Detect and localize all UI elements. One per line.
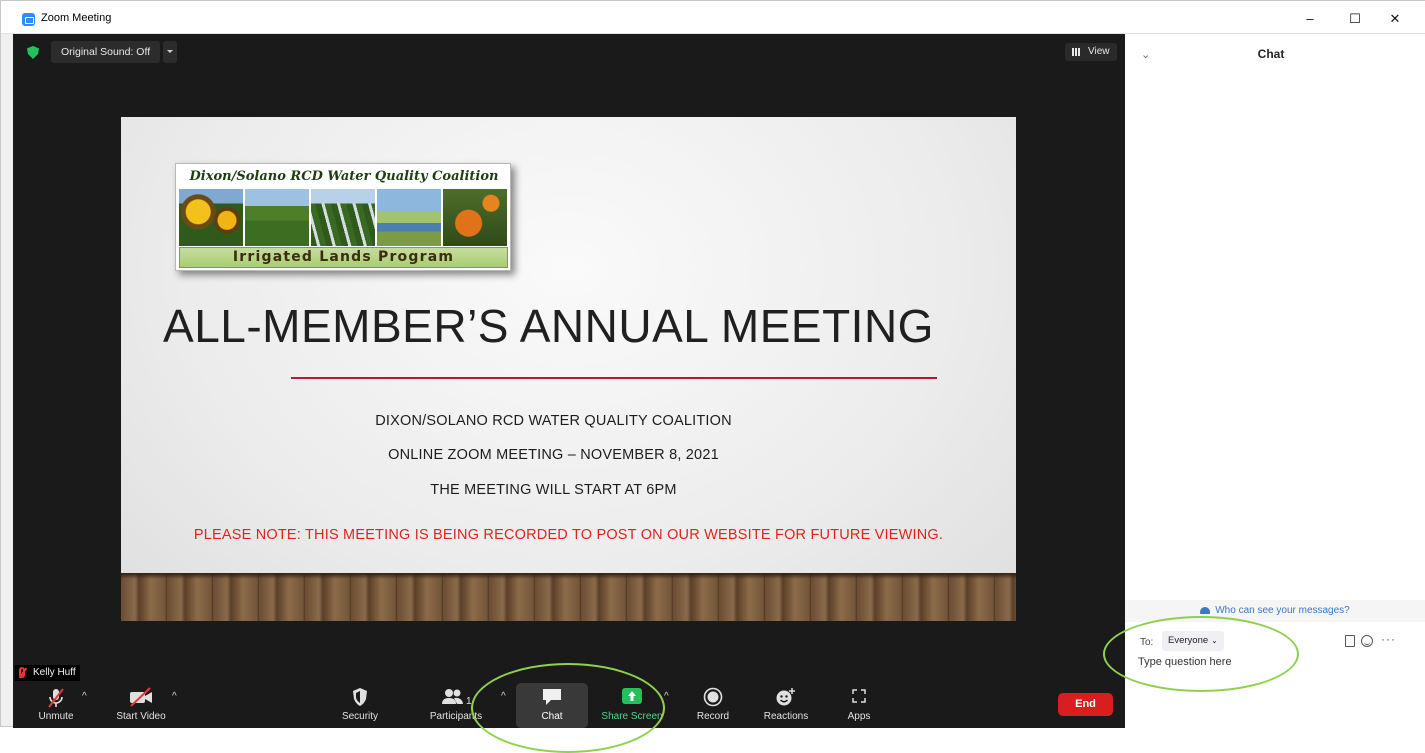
share-screen-button[interactable]: Share Screen [597,685,667,725]
participants-icon: 1 [442,689,472,707]
field-photo [245,189,309,246]
who-can-see-label: Who can see your messages? [1215,605,1350,616]
recipient-dropdown[interactable]: Everyone ⌄ [1162,631,1224,651]
participant-name-tag: Kelly Huff [15,665,80,681]
security-label: Security [341,711,379,722]
shared-slide: Dixon/Solano RCD Water Quality Coalition… [121,117,1016,621]
slide-line-start: THE MEETING WILL START AT 6PM [430,482,677,498]
share-screen-label: Share Screen [601,711,663,722]
participant-name: Kelly Huff [33,667,76,678]
slide-divider [291,377,937,379]
sunflower-photo [179,189,243,246]
who-can-see-link[interactable]: Who can see your messages? [1125,600,1425,622]
chat-label: Chat [541,711,563,722]
logo-program-band: Irrigated Lands Program [179,247,508,268]
zoom-app-icon [22,13,35,26]
view-button[interactable]: View [1065,43,1117,61]
apps-label: Apps [847,711,871,722]
chat-bubble-icon [543,689,561,705]
chat-panel: ⌄ Chat Who can see your messages? To: Ev… [1125,34,1425,728]
grid-icon [1072,48,1080,56]
recipient-value: Everyone [1168,635,1209,646]
emoji-icon[interactable] [1361,635,1373,647]
unmute-button[interactable]: Unmute [31,685,81,725]
slide-line-date: ONLINE ZOOM MEETING – NOVEMBER 8, 2021 [388,447,719,463]
audio-options-caret[interactable]: ^ [82,691,87,702]
maximize-button[interactable]: ☐ [1335,7,1375,31]
irrigation-rows-photo [311,189,375,246]
canal-photo [377,189,441,246]
chevron-down-icon: ⌄ [1211,636,1218,645]
file-attach-icon[interactable] [1345,635,1355,647]
zoom-window: Zoom Meeting – ☐ ✕ Original Sound: Off V… [0,0,1425,753]
participants-button[interactable]: 1 Participants [425,685,487,725]
coalition-logo: Dixon/Solano RCD Water Quality Coalition… [175,163,511,271]
participants-options-caret[interactable]: ^ [501,691,506,702]
security-button[interactable]: Security [335,685,385,725]
muted-mic-icon [19,667,25,678]
record-icon [703,687,723,707]
reactions-button[interactable]: Reactions [758,685,814,725]
start-video-label: Start Video [116,711,166,722]
end-meeting-button[interactable]: End [1058,693,1113,716]
video-camera-off-icon [130,687,152,707]
people-visibility-icon [1200,607,1211,614]
video-options-caret[interactable]: ^ [172,691,177,702]
chat-message-input[interactable] [1138,656,1408,716]
start-video-button[interactable]: Start Video [111,685,171,725]
slide-wood-floor [121,573,1016,621]
view-label: View [1088,46,1110,57]
reactions-smiley-icon [776,688,795,706]
chat-panel-title: Chat [1257,47,1285,61]
slide-heading: ALL-MEMBER’S ANNUAL MEETING [163,300,934,352]
share-screen-icon [622,688,642,704]
title-bar: Zoom Meeting – ☐ ✕ [1,1,1425,34]
slide-line-coalition: DIXON/SOLANO RCD WATER QUALITY COALITION [375,413,732,429]
original-sound-button[interactable]: Original Sound: Off [51,41,161,63]
original-sound-dropdown-icon[interactable] [163,41,177,63]
microphone-muted-icon [48,688,64,708]
participant-count: 1 [466,696,472,707]
close-button[interactable]: ✕ [1375,7,1415,31]
share-options-caret[interactable]: ^ [664,691,669,702]
recipient-label: To: [1140,637,1154,648]
record-button[interactable]: Record [688,685,738,725]
logo-title: Dixon/Solano RCD Water Quality Coalition [189,169,499,184]
apps-icon [852,689,866,703]
apps-button[interactable]: Apps [838,685,880,725]
chat-button[interactable]: Chat [522,685,582,725]
reactions-label: Reactions [763,711,809,722]
unmute-label: Unmute [38,711,74,722]
minimize-button[interactable]: – [1290,7,1330,31]
participants-label: Participants [429,711,483,722]
window-title: Zoom Meeting [41,12,112,24]
slide-recording-note: PLEASE NOTE: THIS MEETING IS BEING RECOR… [193,527,944,543]
record-label: Record [696,711,730,722]
security-shield-icon [353,688,367,706]
more-options-icon[interactable]: ··· [1381,632,1396,646]
pumpkin-photo [443,189,507,246]
